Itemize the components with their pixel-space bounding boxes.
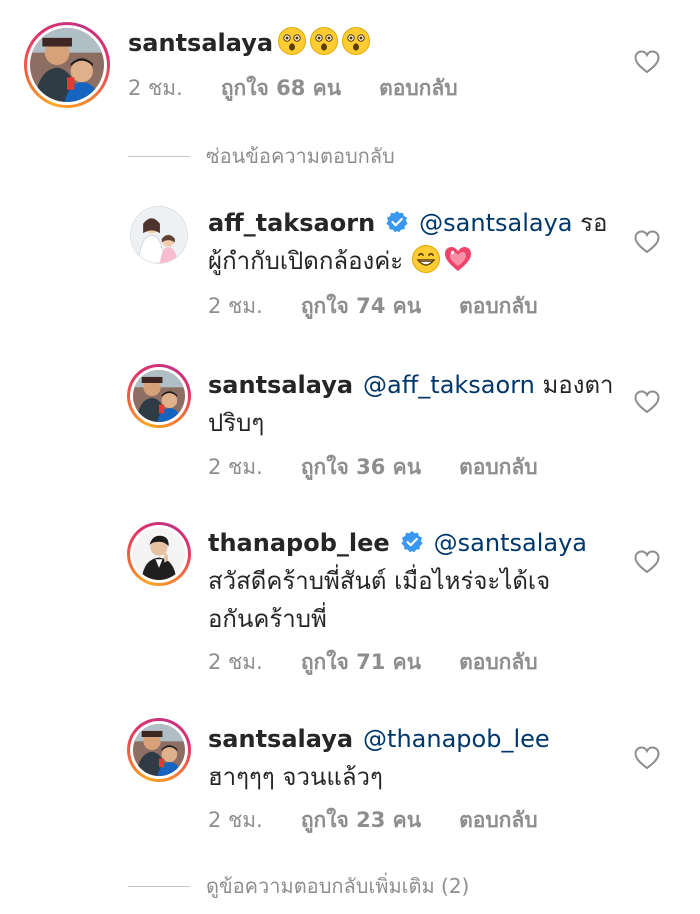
mention-link[interactable]: @thanapob_lee (363, 725, 550, 753)
comment-meta: 2 ชม. ถูกใจ 36 คน ตอบกลับ (208, 451, 538, 484)
avatar-photo (30, 28, 104, 102)
comment-username[interactable]: aff_taksaorn (208, 209, 375, 237)
comment-username[interactable]: santsalaya (128, 29, 273, 57)
thread-divider (128, 885, 190, 887)
verified-badge-icon (385, 210, 409, 234)
comment-username[interactable]: thanapob_lee (208, 529, 390, 557)
astonished-face-icon (277, 26, 307, 56)
comment-text: มองตา (534, 371, 614, 399)
avatar[interactable] (127, 718, 191, 782)
comment-body: santsalaya (128, 24, 628, 62)
comment-body: thanapob_lee @santsalaya สวัสดีคร้าบพี่สั… (208, 524, 628, 638)
like-count[interactable]: ถูกใจ 71 คน (301, 646, 421, 679)
comment-time: 2 ชม. (208, 455, 263, 479)
heart-icon[interactable] (634, 746, 660, 770)
sparkling-heart-icon (443, 244, 473, 274)
mention-link[interactable]: @santsalaya (434, 529, 587, 557)
view-more-replies-label[interactable]: ดูข้อความตอบกลับเพิ่มเติม (2) (206, 870, 469, 902)
grinning-face-icon (411, 244, 441, 274)
astonished-face-icon (341, 26, 371, 56)
avatar[interactable] (127, 522, 191, 586)
thread-divider (128, 155, 190, 157)
comment-text: ผู้กำกับเปิดกล้องค่ะ (208, 247, 404, 275)
mention-link[interactable]: @aff_taksaorn (363, 371, 535, 399)
avatar[interactable] (127, 364, 191, 428)
reply-button[interactable]: ตอบกลับ (459, 451, 538, 484)
like-count[interactable]: ถูกใจ 23 คน (301, 804, 421, 837)
avatar-photo (131, 207, 187, 263)
comment-meta: 2 ชม. ถูกใจ 74 คน ตอบกลับ (208, 290, 538, 323)
comment-text: อกันคร้าบพี่ (208, 605, 327, 633)
comment-body: aff_taksaorn @santsalaya รอ ผู้กำกับเปิดก… (208, 204, 628, 280)
comment-time: 2 ชม. (208, 808, 263, 832)
comment-body: santsalaya @thanapob_lee ฮาๆๆๆ จวนแล้วๆ (208, 720, 628, 796)
comment-body: santsalaya @aff_taksaorn มองตา ปริบๆ (208, 366, 628, 442)
comment-text: ฮาๆๆๆ จวนแล้วๆ (208, 763, 383, 791)
comment-username[interactable]: santsalaya (208, 371, 353, 399)
mention-link[interactable]: @santsalaya (419, 209, 572, 237)
hide-replies-label[interactable]: ซ่อนข้อความตอบกลับ (206, 140, 395, 172)
like-count[interactable]: ถูกใจ 36 คน (301, 451, 421, 484)
avatar[interactable] (130, 206, 188, 264)
heart-icon[interactable] (634, 230, 660, 254)
hide-replies-toggle[interactable]: ซ่อนข้อความตอบกลับ (128, 140, 395, 172)
avatar[interactable] (24, 22, 110, 108)
reply-button[interactable]: ตอบกลับ (379, 72, 458, 105)
comment-text: สวัสดีคร้าบพี่สันต์ เมื่อไหร่จะได้เจ (208, 567, 551, 595)
comment-meta: 2 ชม. ถูกใจ 23 คน ตอบกลับ (208, 804, 538, 837)
heart-icon[interactable] (634, 50, 660, 74)
comment-username[interactable]: santsalaya (208, 725, 353, 753)
comment-time: 2 ชม. (208, 650, 263, 674)
reply-button[interactable]: ตอบกลับ (459, 804, 538, 837)
comment-text: รอ (572, 209, 608, 237)
like-count[interactable]: ถูกใจ 74 คน (301, 290, 421, 323)
astonished-face-icon (309, 26, 339, 56)
heart-icon[interactable] (634, 390, 660, 414)
comment-text: ปริบๆ (208, 409, 265, 437)
reply-button[interactable]: ตอบกลับ (459, 646, 538, 679)
view-more-replies-toggle[interactable]: ดูข้อความตอบกลับเพิ่มเติม (2) (128, 870, 469, 902)
avatar-photo (133, 724, 185, 776)
avatar-photo (133, 370, 185, 422)
reply-button[interactable]: ตอบกลับ (459, 290, 538, 323)
heart-icon[interactable] (634, 550, 660, 574)
avatar-photo (133, 528, 185, 580)
verified-badge-icon (400, 530, 424, 554)
comment-time: 2 ชม. (208, 294, 263, 318)
like-count[interactable]: ถูกใจ 68 คน (221, 72, 341, 105)
comment-meta: 2 ชม. ถูกใจ 68 คน ตอบกลับ (128, 72, 458, 105)
comment-time: 2 ชม. (128, 76, 183, 100)
comment-meta: 2 ชม. ถูกใจ 71 คน ตอบกลับ (208, 646, 538, 679)
